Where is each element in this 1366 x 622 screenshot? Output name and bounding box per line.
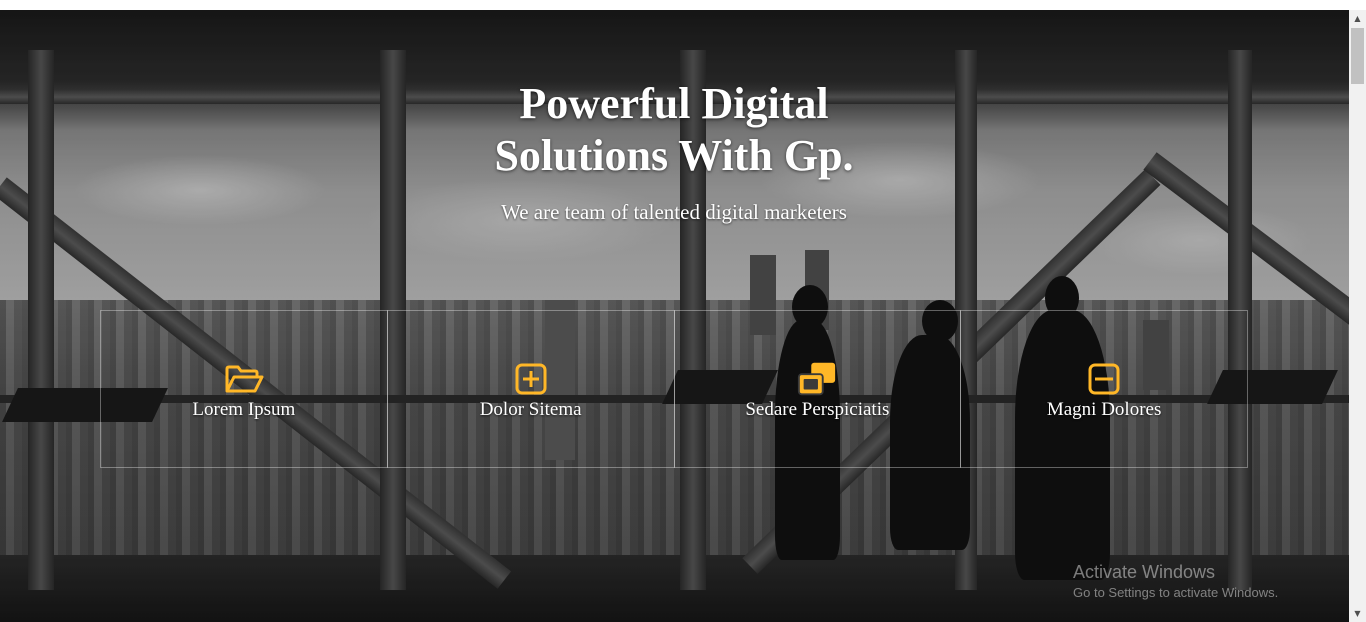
- feature-label: Dolor Sitema: [479, 399, 582, 420]
- folder-open-icon: [223, 361, 265, 397]
- scroll-down-arrow-icon[interactable]: ▼: [1349, 605, 1366, 622]
- feature-label: Magni Dolores: [1046, 399, 1162, 420]
- scroll-up-arrow-icon[interactable]: ▲: [1349, 10, 1366, 27]
- overlapping-squares-icon: [796, 361, 838, 397]
- watermark-title: Activate Windows: [1073, 562, 1216, 582]
- hero-title-line2: Solutions With Gp.: [494, 131, 854, 180]
- hero-title-line1: Powerful Digital: [519, 79, 829, 128]
- hero-title: Powerful Digital Solutions With Gp.: [474, 78, 874, 182]
- feature-box-dolor-sitema[interactable]: Dolor Sitema: [386, 310, 675, 468]
- feature-box-lorem-ipsum[interactable]: Lorem Ipsum: [100, 310, 388, 468]
- feature-label: Lorem Ipsum: [192, 399, 296, 420]
- feature-box-magni-dolores[interactable]: Magni Dolores: [960, 310, 1248, 468]
- feature-box-sedare-perspiciatis[interactable]: Sedare Perspiciatis: [673, 310, 962, 468]
- top-strip: [0, 0, 1366, 10]
- feature-label: Sedare Perspiciatis: [745, 399, 890, 420]
- feature-boxes: Lorem Ipsum Dolor Sitema Sedare Perspici…: [100, 310, 1248, 468]
- vertical-scrollbar[interactable]: ▲ ▼: [1349, 10, 1366, 622]
- scrollbar-thumb[interactable]: [1351, 28, 1364, 84]
- hero-section: Powerful Digital Solutions With Gp. We ar…: [0, 10, 1349, 622]
- minus-square-icon: [1083, 361, 1125, 397]
- grid-plus-icon: [510, 361, 552, 397]
- hero-subtitle: We are team of talented digital marketer…: [501, 200, 847, 224]
- watermark-subtitle: Go to Settings to activate Windows.: [1073, 585, 1279, 600]
- windows-activation-watermark: Activate Windows Go to Settings to activ…: [1073, 562, 1278, 600]
